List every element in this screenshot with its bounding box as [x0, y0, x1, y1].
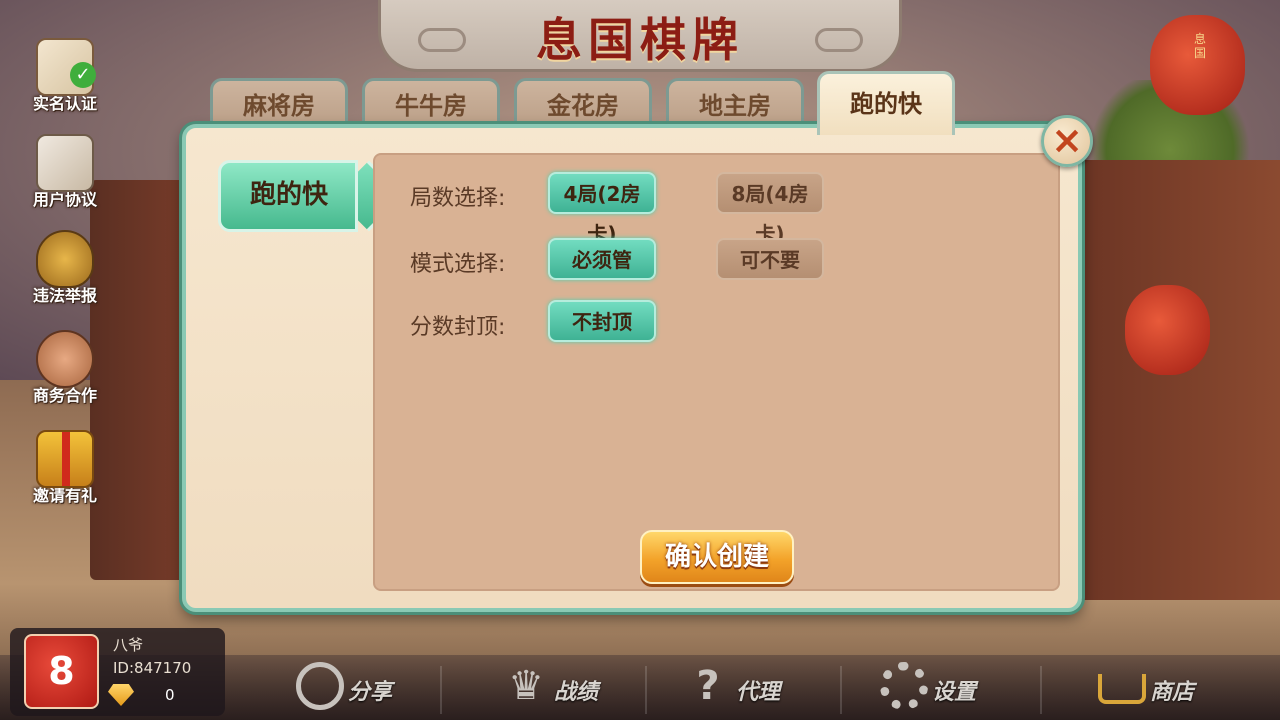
side-menu-report[interactable]: 违法举报 [20, 230, 110, 325]
handshake-icon [36, 330, 94, 388]
agreement-icon [36, 134, 94, 192]
nav-divider [840, 666, 842, 714]
score-cap-label: 分数封顶: [410, 315, 506, 340]
rounds-label: 局数选择: [410, 186, 506, 211]
background-building-right [1080, 160, 1280, 600]
confirm-create-button[interactable]: 确认创建 [640, 530, 794, 584]
mode-label: 模式选择: [410, 252, 506, 277]
mode-paodekuai-button[interactable]: 跑的快 [218, 160, 405, 232]
nav-shop-button[interactable]: 商店 [1098, 660, 1218, 716]
player-name: 八爷 [113, 636, 144, 654]
trophy-icon: ♛ [508, 663, 544, 709]
certificate-icon [36, 38, 96, 96]
side-menu-invite[interactable]: 邀请有礼 [20, 430, 110, 525]
report-shield-icon [36, 230, 94, 288]
nav-label: 分享 [348, 680, 393, 705]
gift-icon [36, 430, 94, 488]
player-id: ID:847170 [113, 659, 192, 677]
mode-option-optional[interactable]: 可不要 [716, 238, 824, 280]
nav-settings-button[interactable]: 设置 [880, 660, 995, 716]
tab-paodekuai[interactable]: 跑的快 [817, 71, 955, 135]
nav-agent-button[interactable]: ? 代理 [684, 660, 794, 716]
rounds-option-8[interactable]: 8局(4房卡) [716, 172, 824, 246]
cart-icon [1098, 674, 1146, 704]
nav-share-button[interactable]: 分享 [296, 660, 406, 716]
nav-divider [440, 666, 442, 714]
nav-label: 商店 [1150, 680, 1195, 705]
side-menu-user-agreement[interactable]: 用户协议 [20, 134, 110, 229]
nav-divider [645, 666, 647, 714]
mode-button-label: 跑的快 [249, 180, 328, 210]
game-title: 息国棋牌 [536, 13, 744, 67]
nav-divider [1040, 666, 1042, 714]
gem-count: 0 [165, 686, 175, 704]
nav-record-button[interactable]: ♛ 战绩 [502, 660, 612, 716]
mode-option-must[interactable]: 必须管 [548, 238, 656, 280]
question-icon: ? [696, 663, 720, 709]
close-icon[interactable]: × [1041, 115, 1093, 167]
share-icon [296, 662, 344, 710]
side-menu-cooperation[interactable]: 商务合作 [20, 330, 110, 425]
lantern-icon [1125, 285, 1210, 375]
side-menu-real-name[interactable]: 实名认证 [20, 38, 110, 133]
gear-icon [880, 662, 928, 710]
avatar-glyph: 8 [48, 649, 75, 693]
nav-label: 代理 [736, 680, 781, 705]
score-cap-option-none[interactable]: 不封顶 [548, 300, 656, 342]
lantern-icon [1150, 15, 1245, 115]
nav-label: 战绩 [554, 680, 599, 705]
options-panel [373, 153, 1060, 591]
lantern-text: 息国 [1193, 32, 1206, 60]
rounds-option-4[interactable]: 4局(2房卡) [548, 172, 656, 246]
nav-label: 设置 [932, 680, 977, 705]
